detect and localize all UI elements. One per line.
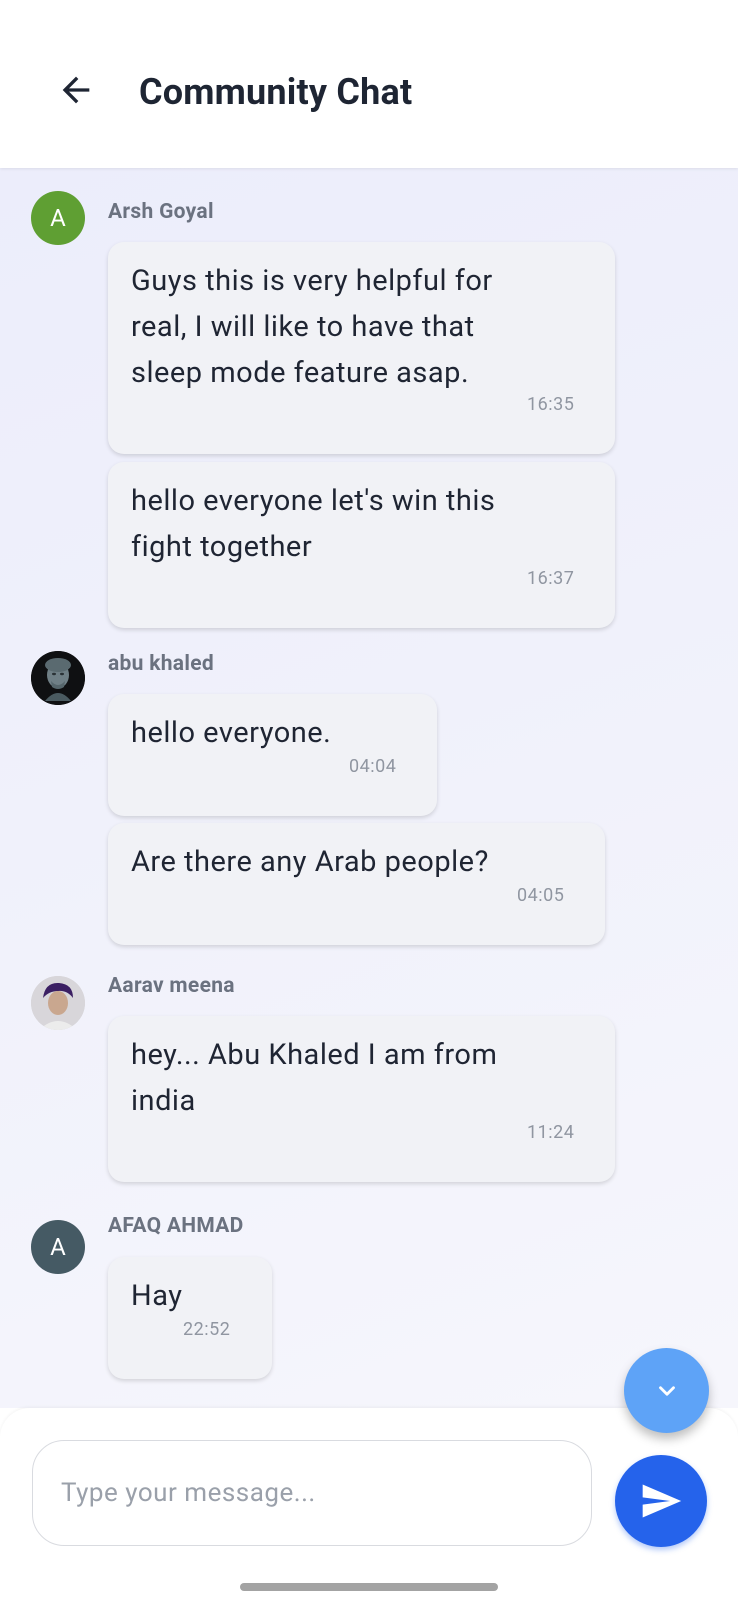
message-input[interactable] bbox=[32, 1440, 592, 1546]
avatar-afaq-ahmad[interactable]: A bbox=[31, 1220, 85, 1274]
message-time: 16:35 bbox=[527, 394, 575, 415]
app-header: Community Chat bbox=[0, 0, 738, 168]
avatar-aarav-meena[interactable] bbox=[31, 976, 85, 1030]
user-photo-icon bbox=[31, 976, 85, 1030]
send-icon bbox=[642, 1484, 682, 1518]
message-bubble[interactable]: hello everyone. 04:04 bbox=[108, 694, 437, 816]
message-time: 16:37 bbox=[527, 568, 575, 589]
message-bubble[interactable]: hello everyone let's win this fight toge… bbox=[108, 462, 615, 628]
sender-name: AFAQ AHMAD bbox=[108, 1214, 244, 1238]
avatar-abu-khaled[interactable] bbox=[31, 651, 85, 705]
back-button[interactable] bbox=[52, 66, 100, 114]
sender-name: Aarav meena bbox=[108, 974, 235, 998]
statue-portrait-icon bbox=[31, 651, 85, 705]
message-text: Hay bbox=[131, 1279, 183, 1313]
sender-name: abu khaled bbox=[108, 652, 214, 676]
send-button[interactable] bbox=[615, 1455, 707, 1547]
sender-name: Arsh Goyal bbox=[108, 200, 214, 224]
message-bubble[interactable]: Are there any Arab people? 04:05 bbox=[108, 823, 605, 945]
message-bubble[interactable]: Hay 22:52 bbox=[108, 1257, 272, 1379]
message-text: Guys this is very helpful for real, I wi… bbox=[131, 264, 493, 390]
message-bubble[interactable]: hey... Abu Khaled I am from india 11:24 bbox=[108, 1016, 615, 1182]
message-time: 22:52 bbox=[183, 1319, 231, 1340]
scroll-to-bottom-button[interactable] bbox=[624, 1348, 709, 1433]
chevron-down-icon bbox=[658, 1385, 675, 1396]
message-time: 11:24 bbox=[527, 1122, 575, 1143]
message-list[interactable]: A Arsh Goyal Guys this is very helpful f… bbox=[0, 168, 738, 1408]
message-text: Are there any Arab people? bbox=[131, 845, 489, 879]
avatar-arsh-goyal[interactable]: A bbox=[31, 191, 85, 245]
avatar-initial: A bbox=[50, 204, 66, 232]
message-bubble[interactable]: Guys this is very helpful for real, I wi… bbox=[108, 242, 615, 454]
message-text: hey... Abu Khaled I am from india bbox=[131, 1038, 498, 1118]
composer-bar bbox=[0, 1408, 738, 1600]
arrow-left-icon bbox=[62, 76, 90, 104]
message-text: hello everyone let's win this fight toge… bbox=[131, 484, 496, 564]
message-text: hello everyone. bbox=[131, 716, 332, 750]
avatar-initial: A bbox=[50, 1233, 66, 1261]
message-time: 04:04 bbox=[349, 756, 397, 777]
home-indicator[interactable] bbox=[240, 1583, 498, 1591]
message-time: 04:05 bbox=[517, 885, 565, 906]
page-title: Community Chat bbox=[139, 71, 413, 113]
